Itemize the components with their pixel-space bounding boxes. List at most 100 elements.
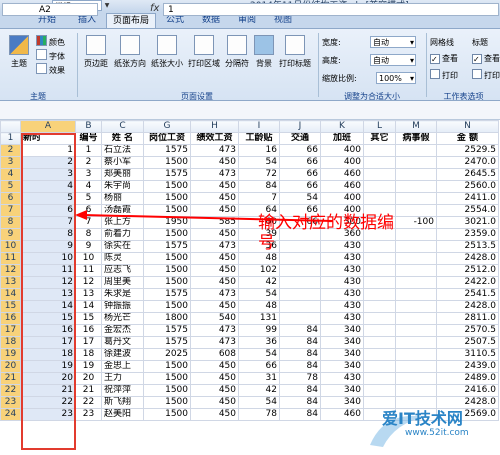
- serial-cell[interactable]: 9: [20, 240, 76, 253]
- table-cell[interactable]: 54: [238, 288, 280, 301]
- table-cell[interactable]: 2411.0: [436, 192, 499, 205]
- table-cell[interactable]: 1500: [143, 252, 191, 265]
- table-cell[interactable]: 473: [190, 324, 239, 337]
- serial-cell[interactable]: 20: [20, 372, 76, 385]
- table-cell[interactable]: 9: [75, 240, 102, 253]
- effects-button[interactable]: 效果: [36, 63, 65, 76]
- table-cell[interactable]: 2512.0: [436, 264, 499, 277]
- table-cell[interactable]: 430: [320, 372, 364, 385]
- table-cell[interactable]: [395, 240, 437, 253]
- table-cell[interactable]: [363, 324, 396, 337]
- table-cell[interactable]: -100: [395, 216, 437, 229]
- table-cell[interactable]: 赵美阳: [101, 408, 144, 421]
- serial-cell[interactable]: 22: [20, 396, 76, 409]
- serial-cell[interactable]: 17: [20, 336, 76, 349]
- column-header[interactable]: B: [75, 120, 102, 133]
- table-cell[interactable]: 66: [238, 360, 280, 373]
- serial-cell[interactable]: 11: [20, 264, 76, 277]
- row-header[interactable]: 7: [0, 204, 21, 217]
- table-cell[interactable]: [395, 168, 437, 181]
- themes-button[interactable]: 主题: [6, 35, 32, 69]
- serial-cell[interactable]: 19: [20, 360, 76, 373]
- table-cell[interactable]: 78: [238, 408, 280, 421]
- table-cell[interactable]: 450: [190, 204, 239, 217]
- table-cell[interactable]: 王力: [101, 372, 144, 385]
- table-cell[interactable]: 99: [238, 324, 280, 337]
- serial-cell[interactable]: 16: [20, 324, 76, 337]
- row-header[interactable]: 3: [0, 156, 21, 169]
- table-cell[interactable]: [395, 144, 437, 157]
- table-cell[interactable]: 1500: [143, 276, 191, 289]
- row-header[interactable]: 17: [0, 324, 21, 337]
- table-cell[interactable]: 钟振振: [101, 300, 144, 313]
- table-cell[interactable]: 1500: [143, 360, 191, 373]
- serial-cell[interactable]: 6: [20, 204, 76, 217]
- table-cell[interactable]: [363, 180, 396, 193]
- row-header[interactable]: 11: [0, 252, 21, 265]
- table-cell[interactable]: 340: [320, 336, 364, 349]
- table-cell[interactable]: 54: [238, 348, 280, 361]
- table-cell[interactable]: 汤磊霞: [101, 204, 144, 217]
- table-cell[interactable]: [279, 276, 321, 289]
- table-cell[interactable]: 2428.0: [436, 252, 499, 265]
- table-cell[interactable]: 2422.0: [436, 276, 499, 289]
- row-header[interactable]: 13: [0, 276, 21, 289]
- serial-cell[interactable]: 13: [20, 288, 76, 301]
- table-cell[interactable]: [395, 192, 437, 205]
- table-cell[interactable]: 31: [238, 372, 280, 385]
- margins-button[interactable]: 页边距: [82, 35, 110, 69]
- table-cell[interactable]: 450: [190, 372, 239, 385]
- serial-cell[interactable]: 10: [20, 252, 76, 265]
- serial-cell[interactable]: 5: [20, 192, 76, 205]
- table-cell[interactable]: [395, 312, 437, 325]
- fonts-button[interactable]: 字体: [36, 49, 65, 62]
- table-cell[interactable]: 1500: [143, 228, 191, 241]
- table-cell[interactable]: [363, 336, 396, 349]
- header-cell[interactable]: 工龄贴: [238, 132, 280, 145]
- table-cell[interactable]: [395, 204, 437, 217]
- view-gridlines-checkbox[interactable]: ✓ 查看: [430, 53, 458, 64]
- table-cell[interactable]: 460: [320, 408, 364, 421]
- table-cell[interactable]: 2025: [143, 348, 191, 361]
- table-cell[interactable]: 1500: [143, 372, 191, 385]
- table-cell[interactable]: [363, 348, 396, 361]
- table-cell[interactable]: 14: [75, 300, 102, 313]
- table-cell[interactable]: 102: [238, 264, 280, 277]
- table-cell[interactable]: 430: [320, 276, 364, 289]
- table-cell[interactable]: 斯飞翔: [101, 396, 144, 409]
- serial-cell[interactable]: 15: [20, 312, 76, 325]
- table-cell[interactable]: [279, 300, 321, 313]
- table-cell[interactable]: 84: [279, 360, 321, 373]
- serial-cell[interactable]: 23: [20, 408, 76, 421]
- table-cell[interactable]: 1950: [143, 216, 191, 229]
- row-header[interactable]: 4: [0, 168, 21, 181]
- column-header[interactable]: H: [190, 120, 239, 133]
- table-cell[interactable]: 1575: [143, 144, 191, 157]
- colors-button[interactable]: 颜色: [36, 35, 65, 48]
- table-cell[interactable]: [395, 252, 437, 265]
- table-cell[interactable]: [363, 288, 396, 301]
- table-cell[interactable]: 1575: [143, 336, 191, 349]
- row-header[interactable]: 8: [0, 216, 21, 229]
- table-cell[interactable]: 7: [238, 192, 280, 205]
- row-header[interactable]: 10: [0, 240, 21, 253]
- table-cell[interactable]: [395, 264, 437, 277]
- table-cell[interactable]: 杨光芒: [101, 312, 144, 325]
- table-cell[interactable]: 金思上: [101, 360, 144, 373]
- table-cell[interactable]: 2416.0: [436, 384, 499, 397]
- table-cell[interactable]: 430: [320, 312, 364, 325]
- table-cell[interactable]: 460: [320, 168, 364, 181]
- table-cell[interactable]: 徐实在: [101, 240, 144, 253]
- table-cell[interactable]: 5: [75, 192, 102, 205]
- row-header[interactable]: 1: [0, 132, 21, 145]
- table-cell[interactable]: 450: [190, 396, 239, 409]
- table-cell[interactable]: 430: [320, 264, 364, 277]
- formula-input[interactable]: 1: [163, 3, 499, 16]
- serial-cell[interactable]: 21: [20, 384, 76, 397]
- table-cell[interactable]: 1575: [143, 168, 191, 181]
- table-cell[interactable]: [395, 288, 437, 301]
- header-cell[interactable]: 病事假: [395, 132, 437, 145]
- table-cell[interactable]: [363, 264, 396, 277]
- table-cell[interactable]: 10: [75, 252, 102, 265]
- table-cell[interactable]: 450: [190, 252, 239, 265]
